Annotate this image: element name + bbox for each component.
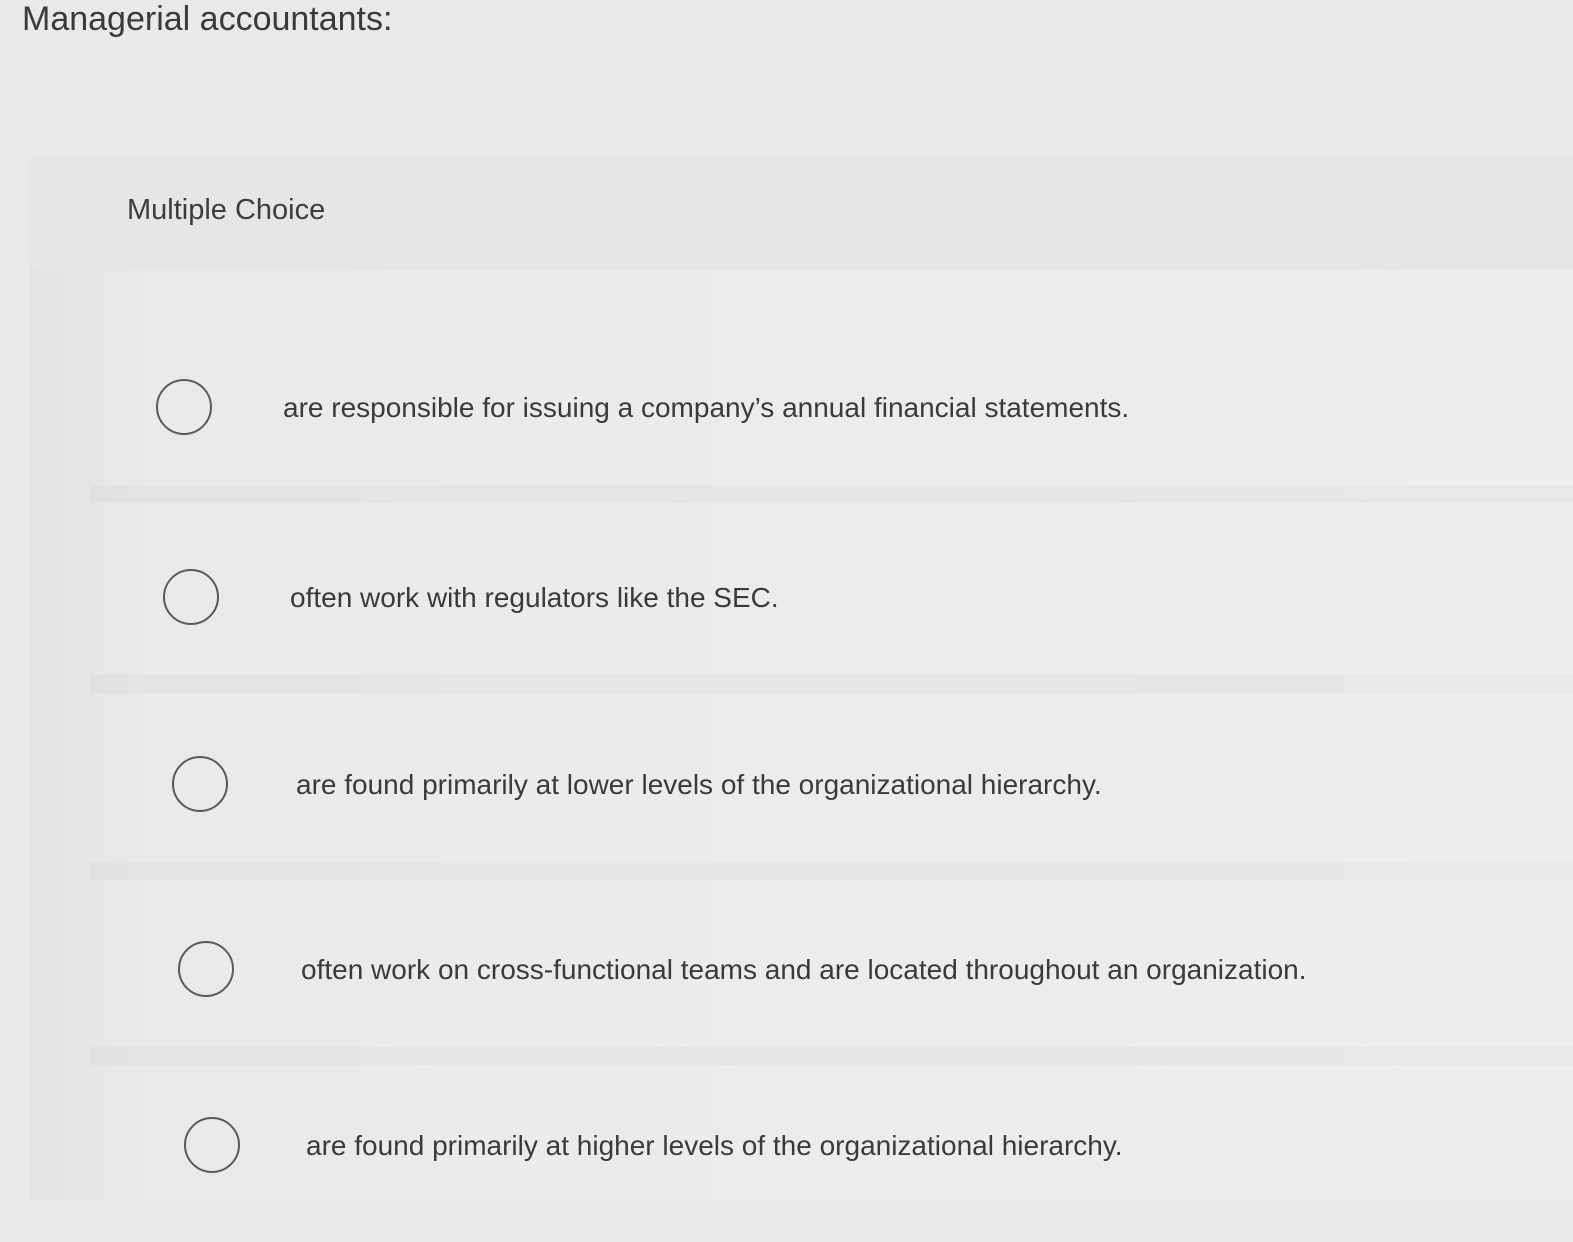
option-3[interactable]: are found primarily at lower levels of t… [90, 700, 1573, 880]
option-label: often work on cross-functional teams and… [301, 954, 1307, 985]
radio-button-icon[interactable] [184, 1117, 240, 1173]
option-label: are found primarily at lower levels of t… [296, 769, 1102, 800]
answer-panel: Multiple Choice are responsible for issu… [30, 158, 1573, 1200]
option-divider [90, 675, 1573, 693]
option-divider [90, 862, 1573, 880]
option-2[interactable]: often work with regulators like the SEC. [90, 513, 1573, 693]
radio-button-icon[interactable] [172, 756, 228, 812]
radio-button-icon[interactable] [156, 379, 212, 435]
option-label: are found primarily at higher levels of … [306, 1130, 1123, 1161]
option-4[interactable]: often work on cross-functional teams and… [90, 885, 1573, 1065]
radio-button-icon[interactable] [163, 569, 219, 625]
options-list: are responsible for issuing a company’s … [30, 158, 1573, 1200]
option-divider [90, 485, 1573, 503]
option-1[interactable]: are responsible for issuing a company’s … [90, 323, 1573, 503]
option-label: are responsible for issuing a company’s … [283, 392, 1130, 423]
radio-button-icon[interactable] [178, 941, 234, 997]
option-label: often work with regulators like the SEC. [290, 582, 779, 613]
option-5[interactable]: are found primarily at higher levels of … [90, 1062, 1573, 1242]
question-title: Managerial accountants: [22, 0, 393, 38]
